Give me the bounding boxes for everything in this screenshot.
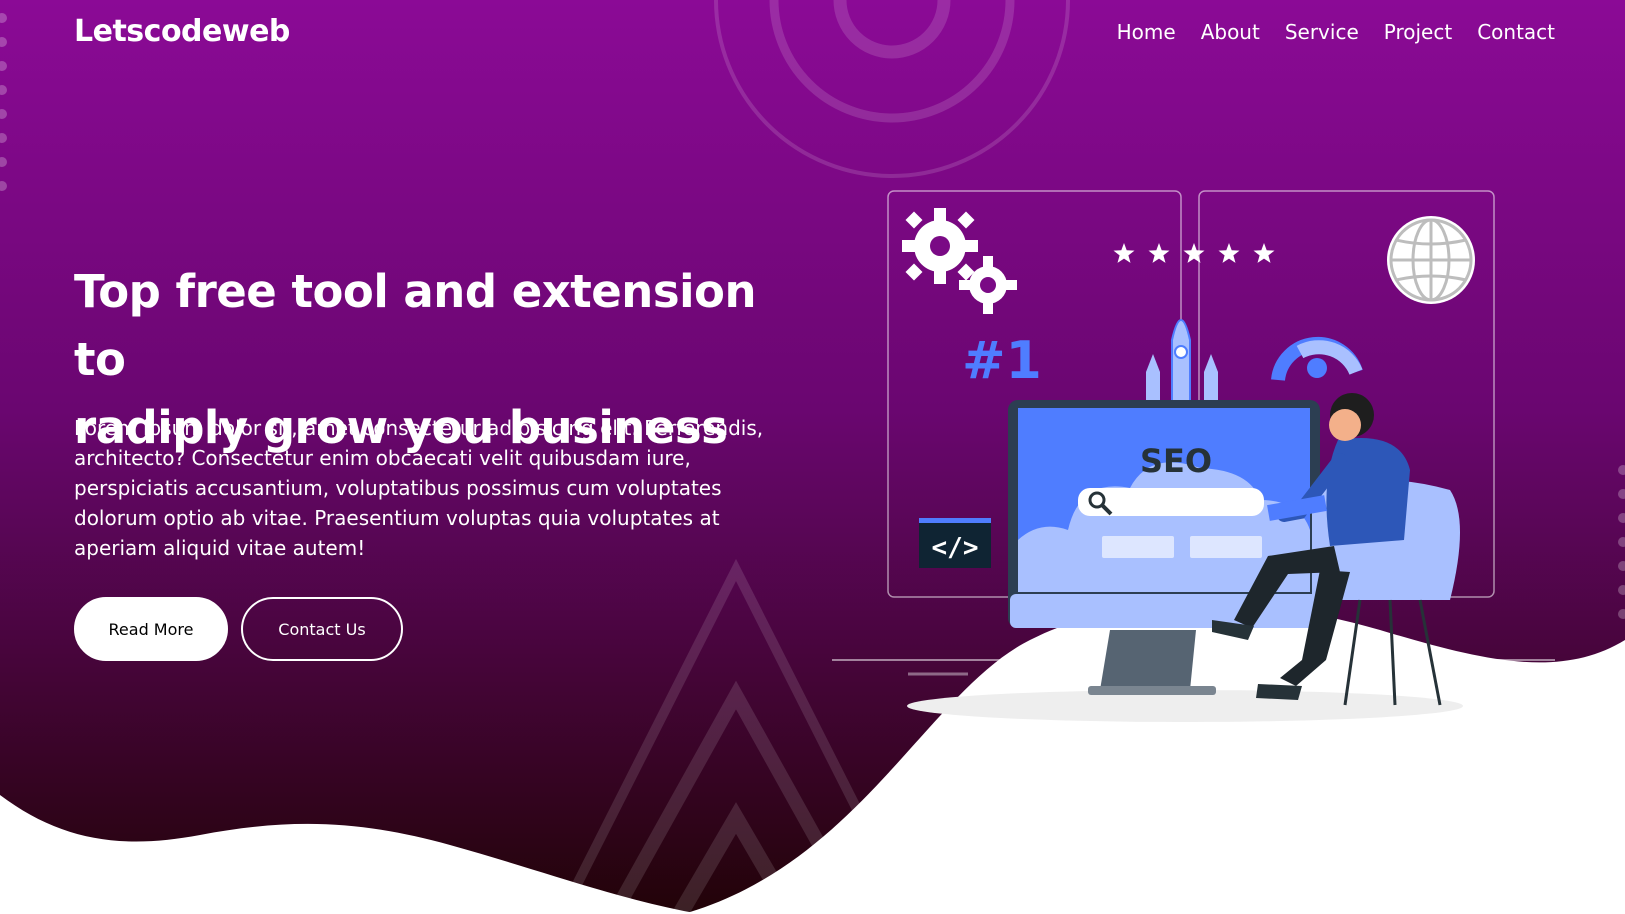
hero-headline-line1: Top free tool and extension to [74, 265, 756, 386]
landing-page: Letscodeweb Home About Service Project C… [0, 0, 1625, 914]
read-more-button[interactable]: Read More [74, 597, 228, 661]
nav-item-home[interactable]: Home [1117, 20, 1176, 44]
star-icon [1183, 243, 1205, 263]
gauge-icon [1271, 336, 1363, 382]
nav-item-contact[interactable]: Contact [1477, 20, 1555, 44]
star-icon [1253, 243, 1275, 263]
globe-icon [1387, 216, 1475, 304]
monitor: SEO [1008, 400, 1320, 695]
rank-label: #1 [962, 331, 1042, 391]
code-label: </> [932, 533, 979, 563]
seo-illustration: #1 </> SEO [832, 190, 1555, 722]
seo-label: SEO [1140, 442, 1212, 480]
nav-item-project[interactable]: Project [1384, 20, 1452, 44]
nav-item-about[interactable]: About [1201, 20, 1260, 44]
gear-icon [902, 208, 978, 284]
main-nav: Home About Service Project Contact [1117, 20, 1555, 44]
gear-small-icon [959, 256, 1017, 314]
hero-description: Lorem ipsum dolor sit, amet consectetur … [74, 416, 764, 560]
star-icon [1218, 243, 1240, 263]
code-icon: </> [919, 518, 991, 568]
star-icon [1148, 243, 1170, 263]
star-icon [1113, 243, 1135, 263]
contact-us-button[interactable]: Contact Us [241, 597, 403, 661]
brand-logo[interactable]: Letscodeweb [74, 14, 290, 49]
rating-stars [1113, 243, 1275, 263]
nav-item-service[interactable]: Service [1285, 20, 1359, 44]
